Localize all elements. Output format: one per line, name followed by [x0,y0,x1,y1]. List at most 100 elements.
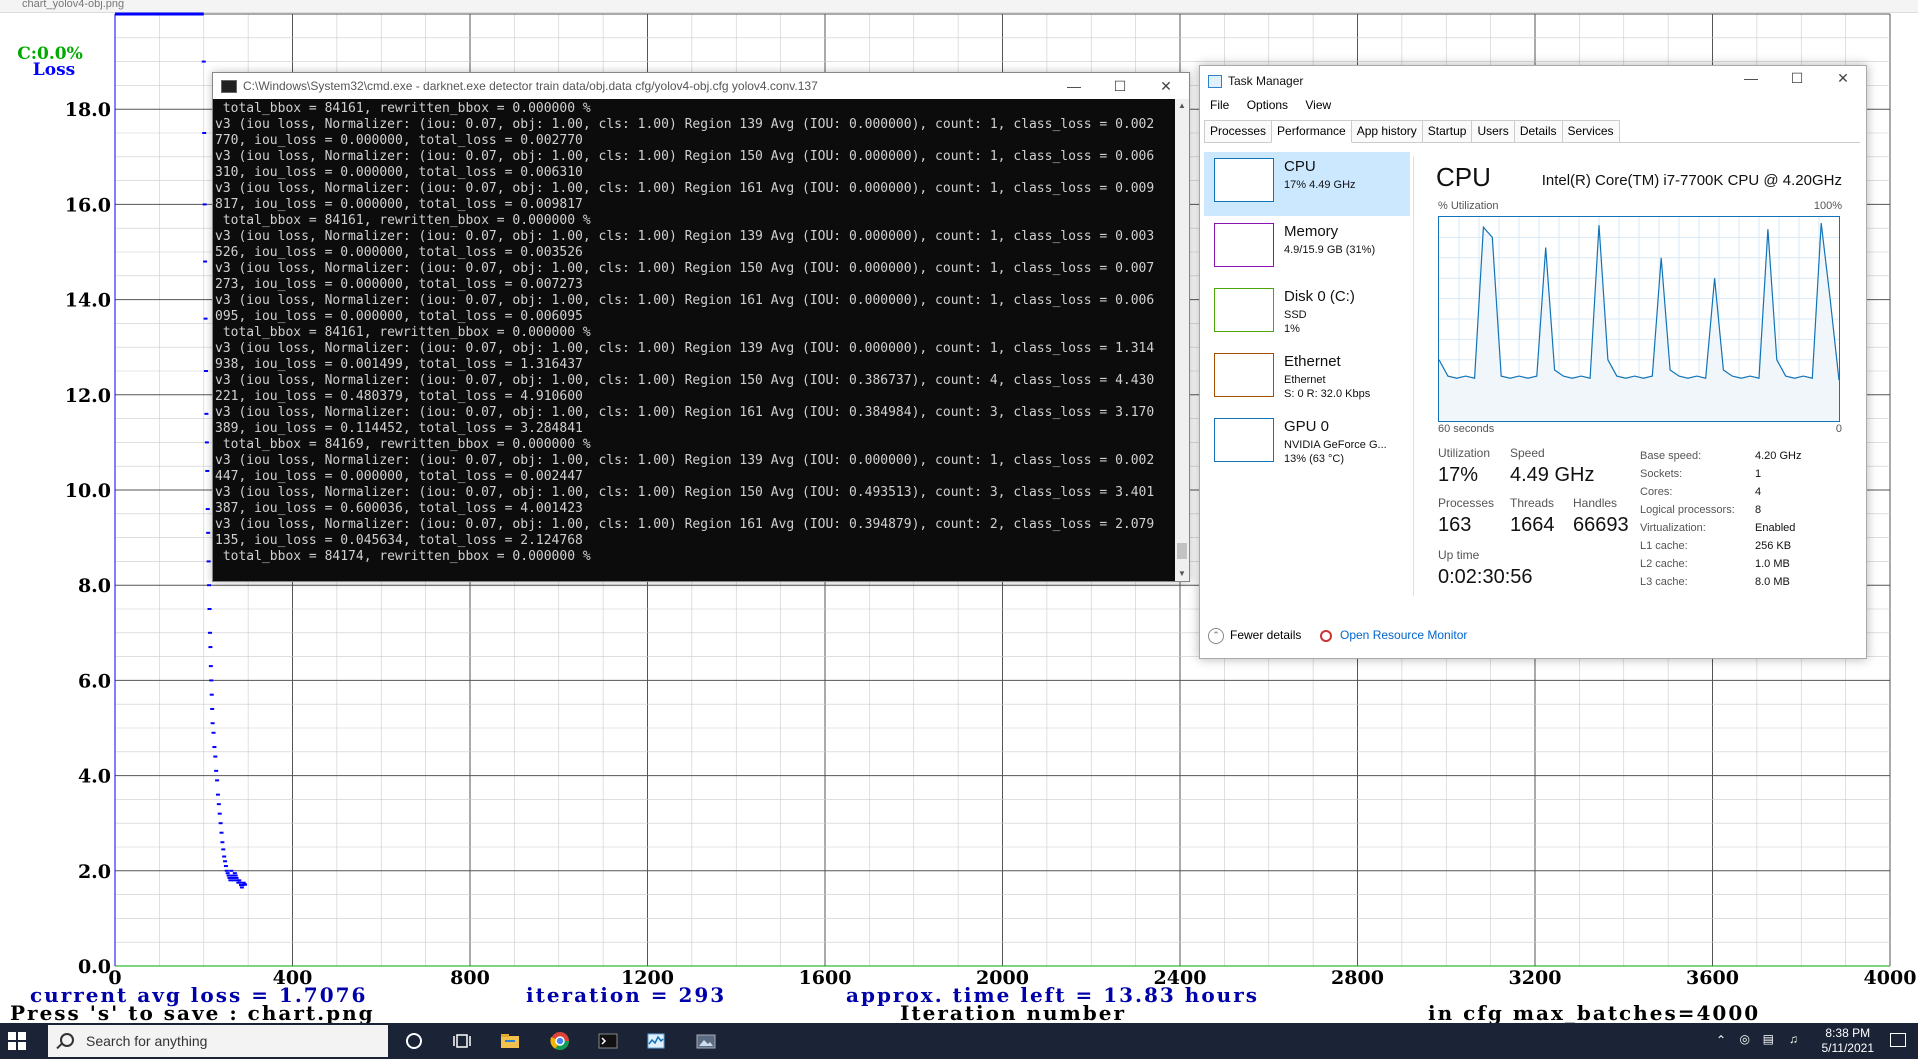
cmd-title: C:\Windows\System32\cmd.exe - darknet.ex… [243,79,818,93]
task-manager-window[interactable]: Task Manager — ☐ ✕ File Options View Pro… [1199,65,1867,659]
menu-file[interactable]: File [1210,98,1229,112]
loss-point [243,883,248,886]
tm-title-bar[interactable]: Task Manager — ☐ ✕ [1200,66,1866,96]
threads-value: 1664 [1510,514,1555,536]
chrome-icon[interactable] [550,1031,570,1051]
divider [1413,156,1414,596]
console-line: total_bbox = 84169, rewritten_bbox = 0.0… [215,437,591,452]
cpu-info-value: 1 [1755,468,1762,480]
close-button[interactable]: ✕ [1143,73,1189,99]
clock-date: 5/11/2021 [1821,1041,1875,1055]
console-line: total_bbox = 84161, rewritten_bbox = 0.0… [215,213,591,228]
perf-item-gpu[interactable]: GPU 0 NVIDIA GeForce G... 13% (63 °C) [1204,412,1410,476]
perf-item-sub1: NVIDIA GeForce G... [1284,439,1387,451]
console-scrollbar[interactable]: ▲ ▼ [1175,99,1189,581]
perf-item-name: GPU 0 [1284,418,1330,435]
tm-close-button[interactable]: ✕ [1820,70,1866,96]
graph-time-left: 60 seconds [1438,423,1495,435]
scroll-up-icon[interactable]: ▲ [1175,99,1189,113]
chevron-up-icon[interactable]: ⌃ [1716,1033,1726,1047]
perf-item-sub2: 1% [1284,323,1300,335]
console-line: v3 (iou loss, Normalizer: (iou: 0.07, ob… [215,341,1155,356]
tab-processes[interactable]: Processes [1204,120,1273,142]
notification-icon[interactable] [1890,1033,1906,1047]
terminal-icon[interactable] [598,1031,618,1051]
loss-point [239,886,244,889]
perf-item-cpu[interactable]: CPU 17% 4.49 GHz [1204,152,1410,216]
loss-point [206,560,211,563]
tab-details[interactable]: Details [1513,120,1563,142]
cmd-window[interactable]: C:\Windows\System32\cmd.exe - darknet.ex… [212,72,1190,582]
task-view-icon[interactable] [452,1031,472,1051]
photos-icon[interactable] [696,1031,716,1051]
console-line: 938, iou_loss = 0.001499, total_loss = 1… [215,357,583,372]
threads-label: Threads [1510,496,1555,510]
menu-view[interactable]: View [1305,98,1331,112]
tab-app-history[interactable]: App history [1350,120,1423,142]
loss-point [222,855,227,858]
console-line: v3 (iou loss, Normalizer: (iou: 0.07, ob… [215,485,1155,500]
console-line: 389, iou_loss = 0.114452, total_loss = 3… [215,421,583,436]
console-output[interactable]: total_bbox = 84161, rewritten_bbox = 0.0… [213,99,1175,581]
cpu-info-value: 8.0 MB [1755,576,1790,588]
cpu-info-value: 256 KB [1755,540,1792,552]
y-tick-label: 2.0 [78,861,111,883]
speed-value: 4.49 GHz [1510,464,1595,486]
volume-icon[interactable]: ♫ [1789,1032,1798,1046]
tab-performance[interactable]: Performance [1271,120,1352,143]
cpu-info-value: 4.20 GHz [1755,450,1802,462]
maximize-button[interactable]: ☐ [1097,73,1143,99]
perf-item-disk[interactable]: Disk 0 (C:) SSD 1% [1204,282,1410,346]
loss-point [226,874,231,877]
tab-users[interactable]: Users [1471,120,1515,142]
perf-item-memory[interactable]: Memory 4.9/15.9 GB (31%) [1204,217,1410,281]
cpu-info-key: Base speed: [1640,450,1702,462]
tab-startup[interactable]: Startup [1421,120,1473,142]
minimize-button[interactable]: — [1051,73,1097,99]
handles-label: Handles [1573,496,1618,510]
console-line: v3 (iou loss, Normalizer: (iou: 0.07, ob… [215,405,1155,420]
loss-point [227,876,232,879]
y-tick-label: 10.0 [65,480,111,502]
location-icon[interactable]: ◎ [1740,1032,1750,1046]
util-axis-max: 100% [1813,200,1842,212]
menu-options[interactable]: Options [1247,98,1288,112]
y-tick-label: 12.0 [65,385,111,407]
cmd-title-bar[interactable]: C:\Windows\System32\cmd.exe - darknet.ex… [213,73,1189,99]
taskbar: Search for anything ⌃ ◎ ▤ ♫ 8:38 PM 5/11… [0,1023,1918,1059]
perf-item-ethernet[interactable]: Ethernet Ethernet S: 0 R: 32.0 Kbps [1204,347,1410,411]
fewer-details-button[interactable]: ⌃ Fewer details [1208,628,1301,644]
perf-item-sub1: Ethernet [1284,374,1326,386]
loss-point [203,317,208,320]
y-tick-label: 16.0 [65,194,111,216]
tm-minimize-button[interactable]: — [1728,70,1774,96]
console-line: v3 (iou loss, Normalizer: (iou: 0.07, ob… [215,181,1155,196]
x-tick-label: 1600 [799,967,852,989]
cpu-info-key: L1 cache: [1640,540,1688,552]
task-manager-taskbar-icon[interactable] [646,1031,666,1051]
loss-point [220,841,225,844]
loss-point [204,441,209,444]
loss-point [212,746,217,749]
cortana-icon[interactable] [404,1031,424,1051]
uptime-label: Up time [1438,548,1480,562]
console-line: v3 (iou loss, Normalizer: (iou: 0.07, ob… [215,117,1155,132]
loss-point [233,874,238,877]
clock[interactable]: 8:38 PM 5/11/2021 [1822,1026,1875,1056]
loss-point [203,370,208,372]
status-iteration: iteration = 293 [526,983,726,1007]
loss-point [231,879,236,882]
taskbar-search[interactable]: Search for anything [48,1025,388,1057]
loss-point [238,881,243,884]
tm-maximize-button[interactable]: ☐ [1774,70,1820,96]
tab-services[interactable]: Services [1561,120,1620,142]
file-explorer-icon[interactable] [500,1031,520,1051]
windows-start-icon[interactable] [8,1032,26,1050]
network-icon[interactable]: ▤ [1763,1032,1774,1046]
scroll-thumb[interactable] [1177,543,1187,559]
loss-point [209,693,214,696]
loss-point [205,508,210,511]
open-resource-monitor-link[interactable]: Open Resource Monitor [1320,628,1467,642]
loss-point [207,608,212,610]
scroll-down-icon[interactable]: ▼ [1175,567,1189,581]
